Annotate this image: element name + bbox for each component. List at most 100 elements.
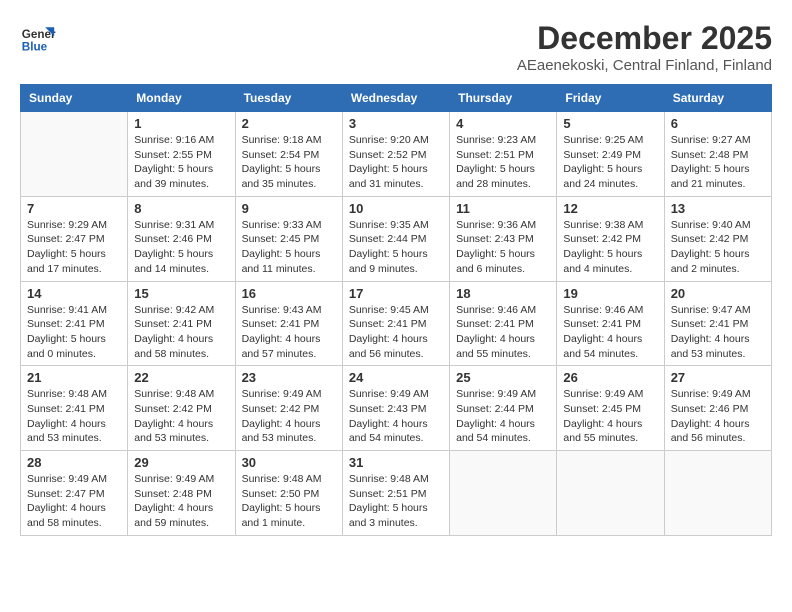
day-number: 25	[456, 370, 550, 385]
day-info: Sunrise: 9:20 AM Sunset: 2:52 PM Dayligh…	[349, 133, 443, 192]
day-info: Sunrise: 9:49 AM Sunset: 2:43 PM Dayligh…	[349, 387, 443, 446]
day-info: Sunrise: 9:27 AM Sunset: 2:48 PM Dayligh…	[671, 133, 765, 192]
day-info: Sunrise: 9:43 AM Sunset: 2:41 PM Dayligh…	[242, 303, 336, 362]
day-number: 30	[242, 455, 336, 470]
calendar-week-row: 7 Sunrise: 9:29 AM Sunset: 2:47 PM Daylig…	[21, 196, 772, 281]
day-number: 2	[242, 116, 336, 131]
day-info: Sunrise: 9:16 AM Sunset: 2:55 PM Dayligh…	[134, 133, 228, 192]
day-info: Sunrise: 9:40 AM Sunset: 2:42 PM Dayligh…	[671, 218, 765, 277]
day-info: Sunrise: 9:48 AM Sunset: 2:42 PM Dayligh…	[134, 387, 228, 446]
calendar-cell: 1 Sunrise: 9:16 AM Sunset: 2:55 PM Daylig…	[128, 112, 235, 197]
day-info: Sunrise: 9:49 AM Sunset: 2:42 PM Dayligh…	[242, 387, 336, 446]
calendar-week-row: 1 Sunrise: 9:16 AM Sunset: 2:55 PM Daylig…	[21, 112, 772, 197]
weekday-header-wednesday: Wednesday	[342, 85, 449, 112]
calendar-cell: 16 Sunrise: 9:43 AM Sunset: 2:41 PM Dayli…	[235, 281, 342, 366]
calendar-cell: 12Sunrise: 9:38 AM Sunset: 2:42 PM Dayli…	[557, 196, 664, 281]
day-info: Sunrise: 9:49 AM Sunset: 2:47 PM Dayligh…	[27, 472, 121, 531]
day-info: Sunrise: 9:29 AM Sunset: 2:47 PM Dayligh…	[27, 218, 121, 277]
calendar-cell: 13Sunrise: 9:40 AM Sunset: 2:42 PM Dayli…	[664, 196, 771, 281]
day-number: 28	[27, 455, 121, 470]
day-number: 21	[27, 370, 121, 385]
day-info: Sunrise: 9:18 AM Sunset: 2:54 PM Dayligh…	[242, 133, 336, 192]
day-number: 31	[349, 455, 443, 470]
day-info: Sunrise: 9:46 AM Sunset: 2:41 PM Dayligh…	[456, 303, 550, 362]
day-info: Sunrise: 9:48 AM Sunset: 2:51 PM Dayligh…	[349, 472, 443, 531]
calendar-cell: 19 Sunrise: 9:46 AM Sunset: 2:41 PM Dayli…	[557, 281, 664, 366]
day-number: 27	[671, 370, 765, 385]
weekday-header-friday: Friday	[557, 85, 664, 112]
month-title: December 2025	[517, 20, 772, 57]
calendar-cell: 26 Sunrise: 9:49 AM Sunset: 2:45 PM Dayli…	[557, 366, 664, 451]
calendar-cell	[450, 451, 557, 536]
day-info: Sunrise: 9:48 AM Sunset: 2:50 PM Dayligh…	[242, 472, 336, 531]
calendar-cell: 29 Sunrise: 9:49 AM Sunset: 2:48 PM Dayli…	[128, 451, 235, 536]
day-info: Sunrise: 9:35 AM Sunset: 2:44 PM Dayligh…	[349, 218, 443, 277]
day-info: Sunrise: 9:47 AM Sunset: 2:41 PM Dayligh…	[671, 303, 765, 362]
svg-text:Blue: Blue	[22, 41, 48, 54]
calendar-cell: 31 Sunrise: 9:48 AM Sunset: 2:51 PM Dayli…	[342, 451, 449, 536]
calendar-cell: 25Sunrise: 9:49 AM Sunset: 2:44 PM Dayli…	[450, 366, 557, 451]
day-info: Sunrise: 9:31 AM Sunset: 2:46 PM Dayligh…	[134, 218, 228, 277]
calendar-week-row: 28 Sunrise: 9:49 AM Sunset: 2:47 PM Dayli…	[21, 451, 772, 536]
day-number: 18	[456, 286, 550, 301]
page-header: General Blue December 2025 AEaenekoski, …	[20, 20, 772, 74]
day-info: Sunrise: 9:33 AM Sunset: 2:45 PM Dayligh…	[242, 218, 336, 277]
calendar-cell: 22 Sunrise: 9:48 AM Sunset: 2:42 PM Dayli…	[128, 366, 235, 451]
calendar-cell: 27 Sunrise: 9:49 AM Sunset: 2:46 PM Dayli…	[664, 366, 771, 451]
calendar-cell: 8 Sunrise: 9:31 AM Sunset: 2:46 PM Daylig…	[128, 196, 235, 281]
day-number: 5	[563, 116, 657, 131]
calendar-cell: 3 Sunrise: 9:20 AM Sunset: 2:52 PM Daylig…	[342, 112, 449, 197]
day-number: 26	[563, 370, 657, 385]
calendar-cell: 28 Sunrise: 9:49 AM Sunset: 2:47 PM Dayli…	[21, 451, 128, 536]
day-number: 8	[134, 201, 228, 216]
day-number: 17	[349, 286, 443, 301]
day-info: Sunrise: 9:49 AM Sunset: 2:48 PM Dayligh…	[134, 472, 228, 531]
day-info: Sunrise: 9:48 AM Sunset: 2:41 PM Dayligh…	[27, 387, 121, 446]
weekday-header-monday: Monday	[128, 85, 235, 112]
weekday-header-saturday: Saturday	[664, 85, 771, 112]
day-info: Sunrise: 9:46 AM Sunset: 2:41 PM Dayligh…	[563, 303, 657, 362]
calendar-cell: 30 Sunrise: 9:48 AM Sunset: 2:50 PM Dayli…	[235, 451, 342, 536]
calendar-cell	[557, 451, 664, 536]
day-number: 11	[456, 201, 550, 216]
weekday-header-sunday: Sunday	[21, 85, 128, 112]
calendar-cell: 20Sunrise: 9:47 AM Sunset: 2:41 PM Dayli…	[664, 281, 771, 366]
day-number: 19	[563, 286, 657, 301]
weekday-header-thursday: Thursday	[450, 85, 557, 112]
day-number: 29	[134, 455, 228, 470]
calendar-table: SundayMondayTuesdayWednesdayThursdayFrid…	[20, 84, 772, 536]
day-number: 1	[134, 116, 228, 131]
day-info: Sunrise: 9:49 AM Sunset: 2:45 PM Dayligh…	[563, 387, 657, 446]
day-number: 6	[671, 116, 765, 131]
calendar-cell: 11 Sunrise: 9:36 AM Sunset: 2:43 PM Dayli…	[450, 196, 557, 281]
day-number: 3	[349, 116, 443, 131]
calendar-cell: 21 Sunrise: 9:48 AM Sunset: 2:41 PM Dayli…	[21, 366, 128, 451]
day-info: Sunrise: 9:45 AM Sunset: 2:41 PM Dayligh…	[349, 303, 443, 362]
calendar-cell: 24 Sunrise: 9:49 AM Sunset: 2:43 PM Dayli…	[342, 366, 449, 451]
calendar-week-row: 14Sunrise: 9:41 AM Sunset: 2:41 PM Dayli…	[21, 281, 772, 366]
day-number: 4	[456, 116, 550, 131]
day-number: 16	[242, 286, 336, 301]
day-number: 7	[27, 201, 121, 216]
day-info: Sunrise: 9:25 AM Sunset: 2:49 PM Dayligh…	[563, 133, 657, 192]
day-info: Sunrise: 9:41 AM Sunset: 2:41 PM Dayligh…	[27, 303, 121, 362]
weekday-header-tuesday: Tuesday	[235, 85, 342, 112]
calendar-week-row: 21 Sunrise: 9:48 AM Sunset: 2:41 PM Dayli…	[21, 366, 772, 451]
logo: General Blue	[20, 20, 56, 56]
calendar-cell: 17 Sunrise: 9:45 AM Sunset: 2:41 PM Dayli…	[342, 281, 449, 366]
calendar-cell	[21, 112, 128, 197]
calendar-cell: 6 Sunrise: 9:27 AM Sunset: 2:48 PM Daylig…	[664, 112, 771, 197]
day-info: Sunrise: 9:49 AM Sunset: 2:46 PM Dayligh…	[671, 387, 765, 446]
calendar-cell: 4Sunrise: 9:23 AM Sunset: 2:51 PM Daylig…	[450, 112, 557, 197]
day-info: Sunrise: 9:36 AM Sunset: 2:43 PM Dayligh…	[456, 218, 550, 277]
day-number: 23	[242, 370, 336, 385]
calendar-cell	[664, 451, 771, 536]
day-number: 22	[134, 370, 228, 385]
logo-icon: General Blue	[20, 20, 56, 56]
calendar-cell: 10 Sunrise: 9:35 AM Sunset: 2:44 PM Dayli…	[342, 196, 449, 281]
day-info: Sunrise: 9:42 AM Sunset: 2:41 PM Dayligh…	[134, 303, 228, 362]
day-number: 10	[349, 201, 443, 216]
weekday-header-row: SundayMondayTuesdayWednesdayThursdayFrid…	[21, 85, 772, 112]
calendar-cell: 2 Sunrise: 9:18 AM Sunset: 2:54 PM Daylig…	[235, 112, 342, 197]
day-number: 24	[349, 370, 443, 385]
